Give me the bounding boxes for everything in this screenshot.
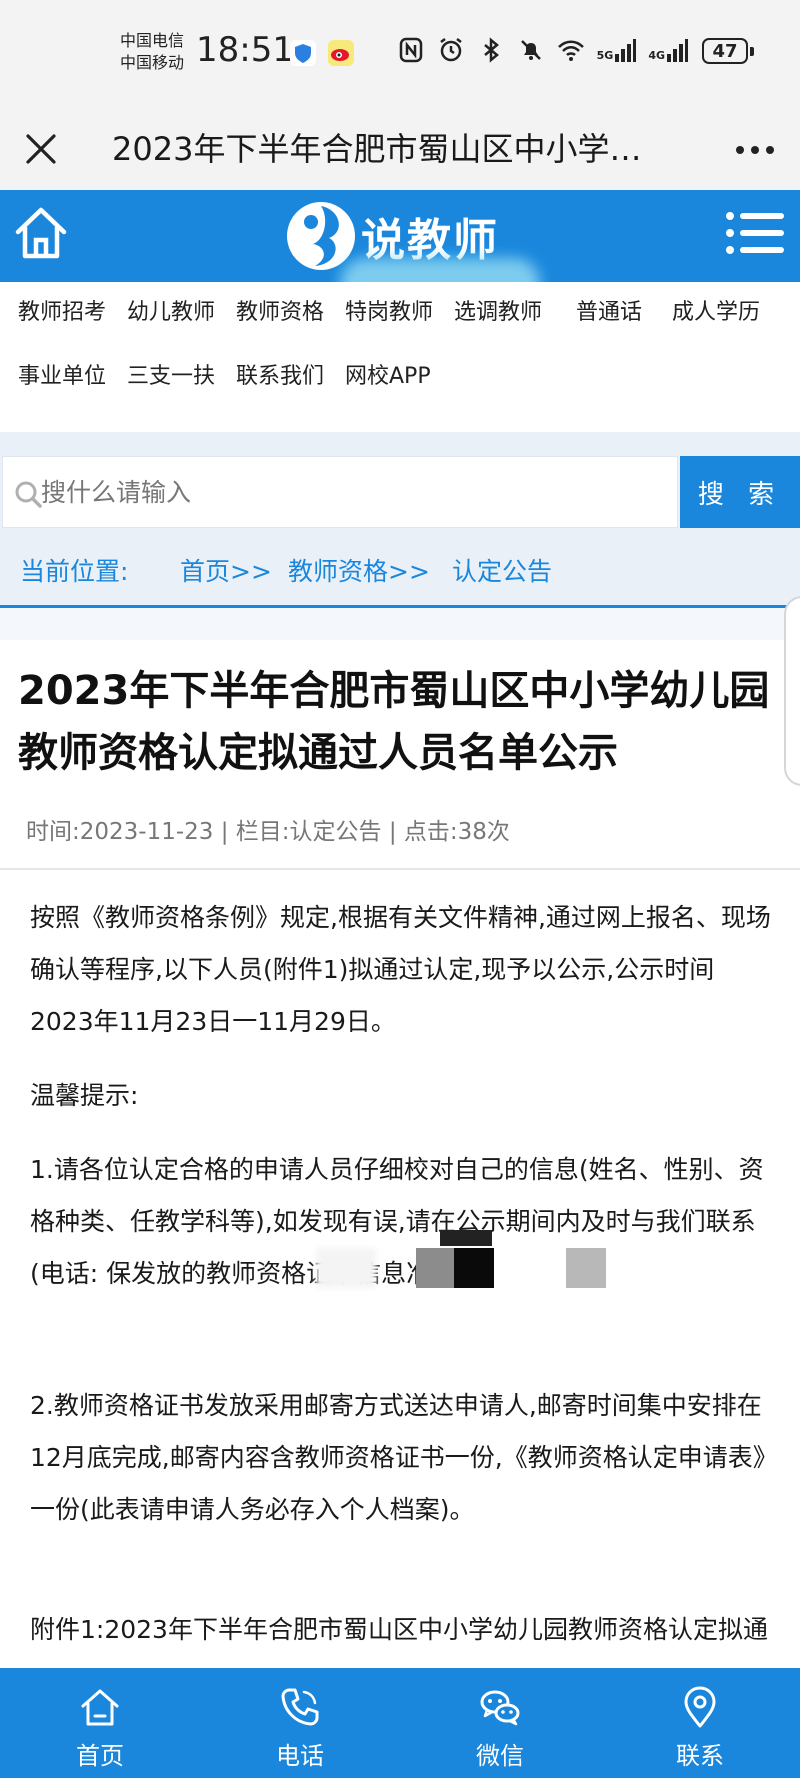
- alarm-icon: [439, 38, 462, 62]
- tab-home[interactable]: 首页: [0, 1668, 200, 1778]
- tab-contact[interactable]: 联系: [600, 1668, 800, 1778]
- section-gap: [0, 432, 800, 454]
- divider: [0, 868, 800, 870]
- tab-label: 首页: [76, 1742, 124, 1770]
- tab-label: 电话: [276, 1742, 324, 1770]
- breadcrumb-current[interactable]: 认定公告: [452, 552, 552, 588]
- nav-item-preschool[interactable]: 幼儿教师: [127, 294, 215, 326]
- logo-mark-icon: [287, 202, 355, 270]
- redaction-mask: [316, 1248, 376, 1288]
- home-icon: [81, 1689, 119, 1726]
- carrier-info: 中国电信 中国移动: [120, 30, 184, 74]
- nfc-icon: [399, 37, 422, 63]
- nav-item-teacher-exam[interactable]: 教师招考: [18, 294, 106, 326]
- search-input[interactable]: [41, 457, 661, 527]
- battery-indicator: 47: [702, 38, 754, 64]
- shield-app-icon: [290, 40, 316, 66]
- nav-item-contact[interactable]: 联系我们: [236, 358, 324, 390]
- redaction-mask: [494, 1248, 534, 1288]
- nav-item-public-institution[interactable]: 事业单位: [18, 358, 106, 390]
- article-title: 2023年下半年合肥市蜀山区中小学幼儿园教师资格认定拟通过人员名单公示: [18, 668, 770, 776]
- wifi-icon: [557, 40, 584, 61]
- nav-item-mandarin[interactable]: 普通话: [576, 294, 642, 326]
- network-5g-label: 5G: [596, 49, 614, 62]
- bluetooth-icon: [483, 37, 499, 63]
- nav-item-special-post[interactable]: 特岗教师: [345, 294, 433, 326]
- weibo-app-icon: [328, 40, 354, 66]
- category-nav: 教师招考 幼儿教师 教师资格 特岗教师 选调教师 普通话 成人学历 事业单位 三…: [0, 282, 800, 432]
- close-icon[interactable]: [20, 128, 62, 170]
- phone-icon: [281, 1688, 319, 1726]
- tab-phone[interactable]: 电话: [200, 1668, 400, 1778]
- tab-label: 微信: [476, 1742, 524, 1770]
- article-paragraph-4: 2.教师资格证书发放采用邮寄方式送达申请人,邮寄时间集中安排在12月底完成,邮寄…: [30, 1391, 766, 1524]
- breadcrumb-label: 当前位置:: [20, 557, 129, 586]
- search-box: [2, 456, 678, 528]
- app-title-bar: 2023年下半年合肥市蜀山区中小学…: [0, 108, 800, 190]
- signal-bars-icon: [615, 39, 637, 62]
- article-paragraph-1: 按照《教师资格条例》规定,根据有关文件精神,通过网上报名、现场确认等程序,以下人…: [30, 903, 771, 1036]
- breadcrumb-home[interactable]: 首页>>: [180, 552, 272, 588]
- breadcrumb-section[interactable]: 教师资格>>: [288, 552, 430, 588]
- mute-icon: [520, 40, 541, 60]
- status-bar: 中国电信 中国移动 18:51 5G 4G 47: [0, 0, 800, 108]
- signal-5g: 5G: [597, 38, 637, 62]
- nav-item-adult-edu[interactable]: 成人学历: [672, 294, 760, 326]
- system-icons: 5G 4G: [397, 36, 688, 64]
- search-icon: [15, 481, 42, 508]
- location-icon: [684, 1686, 716, 1728]
- nav-item-transfer[interactable]: 选调教师: [454, 294, 542, 326]
- search-bar: 搜 索: [0, 454, 800, 530]
- page-title: 2023年下半年合肥市蜀山区中小学…: [112, 130, 642, 168]
- more-options-icon[interactable]: [730, 130, 780, 170]
- carrier-1: 中国电信: [120, 31, 185, 50]
- status-clock: 18:51: [196, 30, 294, 70]
- article-paragraph-2: 温馨提示:: [30, 1081, 139, 1110]
- tab-wechat[interactable]: 微信: [400, 1668, 600, 1778]
- tab-label: 联系: [676, 1742, 724, 1770]
- network-4g-label: 4G: [648, 49, 665, 62]
- redaction-mask: [566, 1248, 606, 1288]
- breadcrumb: 当前位置: 首页>> 教师资格>> 认定公告: [0, 530, 800, 608]
- redaction-mask: [454, 1248, 494, 1288]
- nav-item-sanzhi-yifu[interactable]: 三支一扶: [127, 358, 215, 390]
- redaction-mask: [440, 1230, 492, 1246]
- wechat-icon: [480, 1690, 520, 1726]
- article-meta: 时间:2023-11-23 | 栏目:认定公告 | 点击:38次: [26, 819, 510, 845]
- home-icon[interactable]: [10, 202, 72, 264]
- nav-item-qualification[interactable]: 教师资格: [236, 294, 324, 326]
- signal-bars-icon: [667, 39, 688, 62]
- menu-icon[interactable]: [724, 208, 786, 258]
- carrier-2: 中国移动: [120, 53, 185, 72]
- article-paragraph-3: 1.请各位认定合格的申请人员仔细校对自己的信息(姓名、性别、资格种类、任教学科等…: [30, 1155, 764, 1288]
- nav-item-app[interactable]: 网校APP: [345, 358, 431, 390]
- bottom-tab-bar: 首页 电话 微信 联系: [0, 1668, 800, 1778]
- article-gap: [0, 608, 800, 640]
- search-button[interactable]: 搜 索: [680, 456, 800, 528]
- signal-4g: 4G: [648, 38, 688, 62]
